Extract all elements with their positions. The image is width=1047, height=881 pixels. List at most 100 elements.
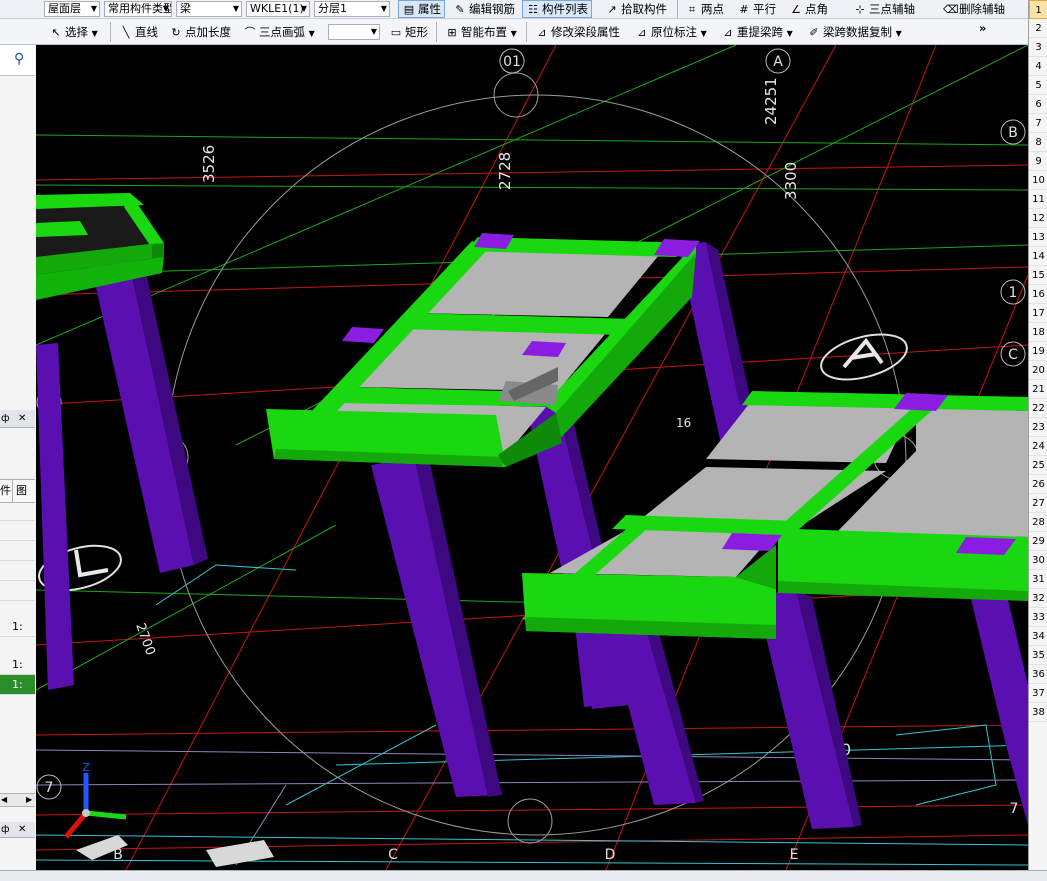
list-item[interactable] xyxy=(0,581,35,601)
original-mark-button[interactable]: ⊿ 原位标注 ▼ xyxy=(632,23,710,41)
row-number[interactable]: 21 xyxy=(1029,380,1047,399)
3d-viewport[interactable]: 3526 2728 3300 24251 2700 16 0 01 A B 1 … xyxy=(36,45,1028,870)
viewport-canvas[interactable]: 3526 2728 3300 24251 2700 16 0 01 A B 1 … xyxy=(36,45,1028,870)
row-number[interactable]: 9 xyxy=(1029,152,1047,171)
row-number[interactable]: 27 xyxy=(1029,494,1047,513)
instance-select[interactable]: WKLE1(1) ▼ xyxy=(246,1,310,17)
component-select[interactable]: 梁 ▼ xyxy=(176,1,242,17)
row-number[interactable]: 8 xyxy=(1029,133,1047,152)
dimension-label: 16 xyxy=(676,416,691,430)
pin-icon[interactable]: ф xyxy=(1,410,10,427)
row-number[interactable]: 11 xyxy=(1029,190,1047,209)
grid-label: 7 xyxy=(45,780,54,796)
draw-mode-select[interactable]: ▼ xyxy=(328,24,380,40)
row-number[interactable]: 2 xyxy=(1029,19,1047,38)
row-number[interactable]: 15 xyxy=(1029,266,1047,285)
row-number[interactable]: 1 xyxy=(1029,0,1047,19)
row-number[interactable]: 28 xyxy=(1029,513,1047,532)
row-number[interactable]: 17 xyxy=(1029,304,1047,323)
two-point-axis-button[interactable]: ⌗ 两点 xyxy=(682,0,727,18)
close-icon[interactable]: ✕ xyxy=(18,410,26,427)
row-number[interactable]: 19 xyxy=(1029,342,1047,361)
smart-layout-button[interactable]: ⊞ 智能布置 ▼ xyxy=(442,23,520,41)
horizontal-scrollbar[interactable]: ◀ ▶ xyxy=(0,793,35,807)
row-number[interactable]: 3 xyxy=(1029,38,1047,57)
two-point-axis-label: 两点 xyxy=(701,2,724,16)
component-list-button[interactable]: ☷ 构件列表 xyxy=(522,0,592,18)
floor-select-value: 屋面层 xyxy=(48,2,81,15)
row-number[interactable]: 23 xyxy=(1029,418,1047,437)
three-point-arc-button[interactable]: ⌒ 三点画弧 ▼ xyxy=(240,23,318,41)
three-point-aux-button[interactable]: ⊹ 三点辅轴 xyxy=(850,0,918,18)
row-number[interactable]: 30 xyxy=(1029,551,1047,570)
property-button[interactable]: ▤ 属性 xyxy=(398,0,445,18)
grid-label: 1 xyxy=(1009,285,1018,301)
row-number[interactable]: 22 xyxy=(1029,399,1047,418)
row-number[interactable]: 35 xyxy=(1029,646,1047,665)
row-number[interactable]: 20 xyxy=(1029,361,1047,380)
row-number[interactable]: 38 xyxy=(1029,703,1047,722)
point-angle-axis-button[interactable]: ∠ 点角 xyxy=(786,0,831,18)
row-number[interactable]: 18 xyxy=(1029,323,1047,342)
chevron-down-icon: ▼ xyxy=(895,29,902,38)
row-number[interactable]: 13 xyxy=(1029,228,1047,247)
close-icon[interactable]: ✕ xyxy=(18,822,26,837)
chevron-down-icon: ▼ xyxy=(786,29,793,38)
list-item[interactable] xyxy=(0,541,35,561)
edit-rebar-button[interactable]: ✎ 编辑钢筋 xyxy=(450,0,518,18)
list-item[interactable]: 1: xyxy=(0,617,35,637)
span-copy-button[interactable]: ✐ 梁跨数据复制 ▼ xyxy=(804,23,905,41)
list-item[interactable] xyxy=(0,561,35,581)
row-number[interactable]: 10 xyxy=(1029,171,1047,190)
row-number[interactable]: 4 xyxy=(1029,57,1047,76)
arrow-left-icon[interactable]: ◀ xyxy=(1,794,7,806)
layer-select[interactable]: 分层1 ▼ xyxy=(314,1,390,17)
column-header[interactable]: 件 xyxy=(0,480,11,502)
row-number[interactable]: 6 xyxy=(1029,95,1047,114)
three-point-arc-label: 三点画弧 xyxy=(259,25,305,39)
row-number[interactable]: 33 xyxy=(1029,608,1047,627)
respan-button[interactable]: ⊿ 重提梁跨 ▼ xyxy=(718,23,796,41)
row-number[interactable]: 29 xyxy=(1029,532,1047,551)
grid-label: C xyxy=(388,847,398,863)
arrow-right-icon[interactable]: ▶ xyxy=(26,794,32,806)
modify-span-button[interactable]: ⊿ 修改梁段属性 xyxy=(532,23,623,41)
list-item[interactable] xyxy=(0,501,35,521)
right-row-panel: 1 2 3 4 5 6 7 8 9 10 11 12 13 14 15 16 1… xyxy=(1028,0,1047,880)
row-number[interactable]: 7 xyxy=(1029,114,1047,133)
row-number[interactable]: 24 xyxy=(1029,437,1047,456)
row-number[interactable]: 16 xyxy=(1029,285,1047,304)
floor-select[interactable]: 屋面层 ▼ xyxy=(44,1,100,17)
select-button[interactable]: ↖ 选择 ▼ xyxy=(46,23,101,41)
search-icon[interactable]: ⚲ xyxy=(14,51,24,67)
row-number[interactable]: 36 xyxy=(1029,665,1047,684)
pin-icon[interactable]: ф xyxy=(1,822,10,837)
row-number[interactable]: 25 xyxy=(1029,456,1047,475)
row-number[interactable]: 14 xyxy=(1029,247,1047,266)
point-length-button[interactable]: ↻ 点加长度 xyxy=(166,23,234,41)
separator xyxy=(677,0,678,18)
line-button[interactable]: ╲ 直线 xyxy=(116,23,161,41)
row-number[interactable]: 5 xyxy=(1029,76,1047,95)
column-header[interactable]: 图 xyxy=(16,480,27,502)
parallel-axis-button[interactable]: # 平行 xyxy=(734,0,779,18)
row-number[interactable]: 34 xyxy=(1029,627,1047,646)
category-select[interactable]: 常用构件类型 ▼ xyxy=(104,1,172,17)
pick-component-button[interactable]: ↗ 拾取构件 xyxy=(602,0,670,18)
grid-label: E xyxy=(790,847,799,863)
chevron-down-icon: ▼ xyxy=(90,4,97,13)
row-number[interactable]: 26 xyxy=(1029,475,1047,494)
list-cell: 1: xyxy=(12,678,23,691)
toolbar-overflow-button[interactable]: » xyxy=(976,19,989,37)
search-box[interactable]: ⚲ xyxy=(0,45,35,76)
list-item-selected[interactable]: 1: xyxy=(0,675,35,695)
delete-aux-button[interactable]: ⌫删除辅轴 xyxy=(940,0,1008,18)
parallel-axis-label: 平行 xyxy=(753,2,776,16)
row-number[interactable]: 37 xyxy=(1029,684,1047,703)
list-item[interactable] xyxy=(0,521,35,541)
row-number[interactable]: 31 xyxy=(1029,570,1047,589)
list-item[interactable]: 1: xyxy=(0,655,35,675)
row-number[interactable]: 12 xyxy=(1029,209,1047,228)
row-number[interactable]: 32 xyxy=(1029,589,1047,608)
rectangle-button[interactable]: ▭ 矩形 xyxy=(386,23,431,41)
